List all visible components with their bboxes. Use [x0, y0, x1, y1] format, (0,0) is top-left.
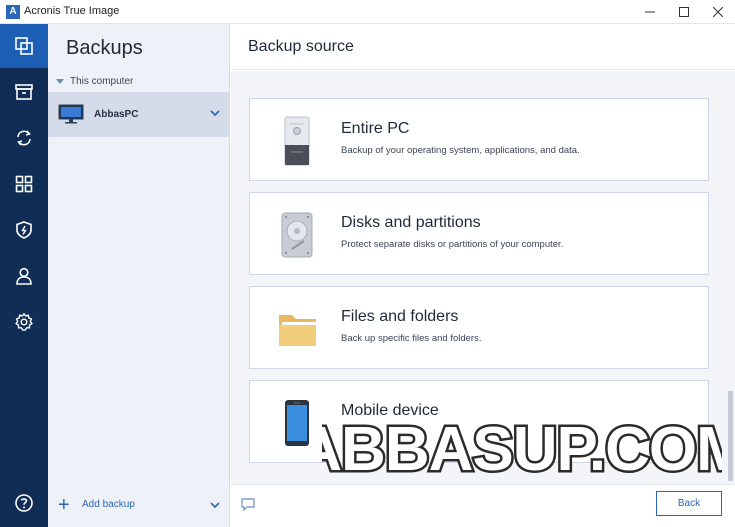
- option-desc: Back up specific files and folders.: [341, 333, 482, 344]
- option-desc: Protect separate disks or partitions of …: [341, 239, 564, 250]
- nav-rail: [0, 24, 48, 527]
- pc-tower-icon: [278, 113, 316, 169]
- option-desc: Backup of your operating system, applica…: [341, 145, 580, 156]
- close-button[interactable]: [701, 0, 735, 24]
- scroll-thumb[interactable]: [728, 391, 733, 481]
- pc-name: AbbasPC: [94, 109, 139, 120]
- add-backup-button[interactable]: + Add backup: [48, 487, 230, 527]
- scrollbar[interactable]: [727, 71, 735, 484]
- rail-item-sync[interactable]: [0, 116, 48, 160]
- option-disks-partitions[interactable]: Disks and partitions Protect separate di…: [249, 192, 709, 275]
- rail-item-protection[interactable]: [0, 208, 48, 252]
- maximize-icon: [679, 7, 689, 17]
- add-backup-label: Add backup: [82, 499, 135, 510]
- caret-down-icon: [56, 79, 64, 84]
- chat-icon[interactable]: [241, 498, 255, 511]
- title-bar: A Acronis True Image: [0, 0, 735, 24]
- mobile-phone-icon: [278, 395, 316, 451]
- sync-icon: [17, 130, 31, 146]
- panel-title: Backups: [66, 37, 143, 59]
- close-icon: [713, 7, 723, 17]
- settings-icon: [15, 312, 33, 331]
- option-title: Entire PC: [341, 120, 410, 137]
- app-logo-icon: A: [6, 5, 20, 19]
- minimize-icon: [645, 11, 655, 13]
- chevron-down-icon[interactable]: [210, 501, 220, 509]
- hard-disk-icon: [278, 207, 316, 263]
- option-files-folders[interactable]: Files and folders Back up specific files…: [249, 286, 709, 369]
- group-label: This computer: [70, 76, 134, 87]
- footer-bar: Back: [231, 484, 735, 527]
- help-icon: [15, 494, 33, 512]
- window-title: Acronis True Image: [24, 5, 120, 17]
- backup-copy-icon: [15, 37, 33, 55]
- back-button[interactable]: Back: [656, 491, 722, 516]
- tools-grid-icon: [15, 175, 33, 193]
- backup-item-pc[interactable]: AbbasPC: [48, 92, 230, 137]
- help-button[interactable]: [0, 481, 48, 525]
- plus-icon: +: [58, 494, 70, 516]
- rail-item-tools[interactable]: [0, 162, 48, 206]
- archive-icon: [15, 84, 33, 100]
- watermark-text: ABBASUP.COM: [322, 415, 722, 484]
- backups-panel: Backups This computer AbbasPC + Add back…: [48, 24, 230, 527]
- option-title: Files and folders: [341, 308, 459, 325]
- minimize-button[interactable]: [633, 0, 667, 24]
- watermark-logo: ABBASUP.COM: [322, 408, 722, 488]
- option-entire-pc[interactable]: Entire PC Backup of your operating syste…: [249, 98, 709, 181]
- rail-item-settings[interactable]: [0, 300, 48, 344]
- account-icon: [16, 267, 32, 285]
- rail-item-backup[interactable]: [0, 24, 48, 68]
- folder-icon: [278, 301, 316, 357]
- main-header: Backup source: [231, 24, 735, 70]
- rail-item-account[interactable]: [0, 254, 48, 298]
- chevron-down-icon[interactable]: [210, 109, 220, 117]
- monitor-icon: [58, 104, 84, 124]
- option-title: Disks and partitions: [341, 214, 481, 231]
- page-title: Backup source: [248, 38, 354, 55]
- group-this-computer[interactable]: This computer: [56, 76, 133, 87]
- maximize-button[interactable]: [667, 0, 701, 24]
- rail-item-archive[interactable]: [0, 70, 48, 114]
- shield-icon: [16, 221, 32, 239]
